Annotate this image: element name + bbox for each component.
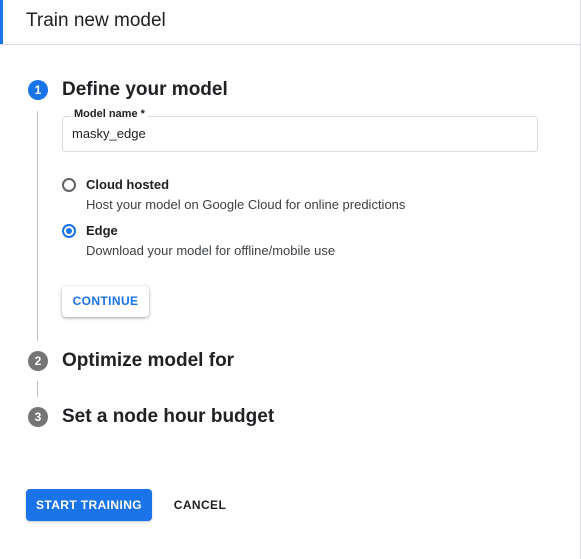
step-1-number: 1 (28, 80, 48, 100)
edge-description: Download your model for offline/mobile u… (86, 243, 336, 258)
step-1-title[interactable]: Define your model (62, 79, 228, 101)
model-name-label: Model name * (71, 108, 148, 120)
dialog-header: Train new model (0, 0, 581, 45)
start-training-button[interactable]: START TRAINING (26, 489, 152, 521)
cancel-button[interactable]: CANCEL (164, 489, 236, 521)
step-connector-1 (37, 111, 38, 341)
model-name-input[interactable]: masky_edge (72, 126, 146, 141)
dialog-title: Train new model (26, 10, 166, 31)
edge-radio-dot (66, 228, 72, 234)
cloud-hosted-radio[interactable] (62, 178, 76, 192)
edge-label[interactable]: Edge (86, 223, 118, 238)
cloud-hosted-label[interactable]: Cloud hosted (86, 177, 169, 192)
left-accent-bar (0, 0, 3, 44)
step-2-number: 2 (28, 351, 48, 371)
cloud-hosted-description: Host your model on Google Cloud for onli… (86, 197, 406, 212)
step-3-number: 3 (28, 407, 48, 427)
edge-radio[interactable] (62, 224, 76, 238)
model-name-field[interactable]: Model name * masky_edge (62, 108, 538, 152)
continue-button[interactable]: CONTINUE (62, 286, 149, 317)
step-2-title[interactable]: Optimize model for (62, 350, 234, 372)
step-3-title[interactable]: Set a node hour budget (62, 406, 274, 428)
step-connector-2 (37, 381, 38, 397)
